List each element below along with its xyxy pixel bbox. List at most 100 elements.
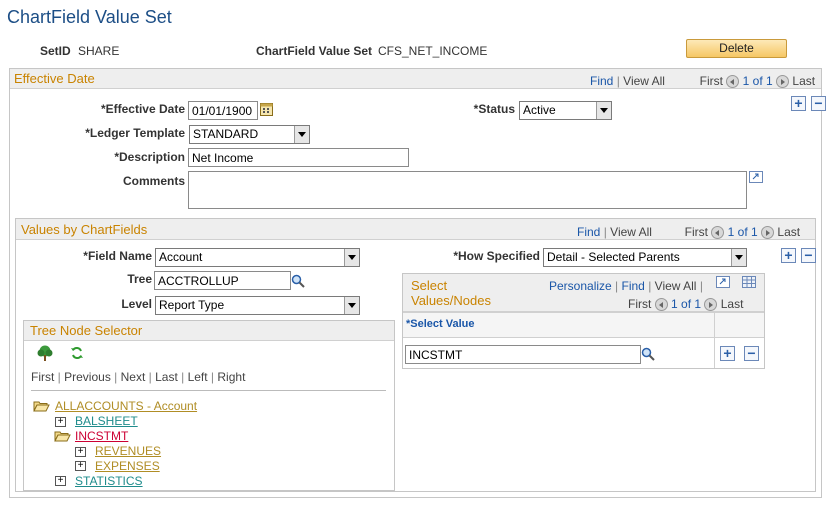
grid-download-icon[interactable] <box>742 276 756 288</box>
tree-right-link[interactable]: Right <box>217 370 245 384</box>
row-count: 1 of 1 <box>727 225 758 239</box>
calendar-icon[interactable] <box>260 102 273 116</box>
field-name-value: Account <box>159 250 203 264</box>
next-arrow-icon[interactable] <box>704 298 718 312</box>
expand-icon[interactable]: + <box>55 476 66 486</box>
tree-next-link[interactable]: Next <box>121 370 146 384</box>
delete-row-button[interactable]: − <box>811 96 826 111</box>
status-label: *Status <box>473 102 515 116</box>
select-values-title-line2: Values/Nodes <box>411 293 491 308</box>
status-value: Active <box>523 103 556 117</box>
first-label: First <box>628 297 652 311</box>
find-link[interactable]: Find <box>577 225 600 239</box>
page-title: ChartField Value Set <box>7 7 172 27</box>
last-label: Last <box>792 74 816 88</box>
row-count: 1 of 1 <box>742 74 773 88</box>
tree-last-link[interactable]: Last <box>155 370 178 384</box>
effective-date-label: *Effective Date <box>100 102 185 116</box>
values-nav: Find | View All First 1 of 1 Last <box>577 225 801 240</box>
column-divider <box>714 312 715 368</box>
chevron-down-icon <box>731 249 746 266</box>
select-values-pager: First 1 of 1 Last <box>628 297 743 312</box>
first-label: First <box>684 225 708 239</box>
personalize-link[interactable]: Personalize <box>549 279 612 293</box>
how-specified-label: *How Specified <box>453 249 540 263</box>
folder-open-icon <box>54 431 71 442</box>
how-specified-select[interactable]: Detail - Selected Parents <box>543 248 747 267</box>
view-all-link[interactable]: View All <box>623 74 665 88</box>
view-all-link[interactable]: View All <box>655 279 697 293</box>
search-icon[interactable] <box>291 274 305 288</box>
effective-date-nav: Find | View All First 1 of 1 Last <box>590 74 816 89</box>
effective-date-title: Effective Date <box>14 71 95 86</box>
select-values-nav: Personalize | Find | View All | <box>549 279 703 293</box>
tree-node-expenses[interactable]: EXPENSES <box>95 459 160 473</box>
tree-node-allaccounts[interactable]: ALLACCOUNTS - Account <box>55 399 197 413</box>
add-row-button[interactable]: + <box>791 96 806 111</box>
description-label: *Description <box>114 150 185 164</box>
tree-label: Tree <box>127 272 152 286</box>
chevron-down-icon <box>344 249 359 266</box>
find-link[interactable]: Find <box>590 74 613 88</box>
select-value-input[interactable] <box>405 345 641 364</box>
tree-node-selector-title: Tree Node Selector <box>30 323 143 338</box>
previous-arrow-icon[interactable] <box>711 226 725 240</box>
tree-first-link[interactable]: First <box>31 370 54 384</box>
add-row-button[interactable]: + <box>781 248 796 263</box>
chevron-down-icon <box>294 126 309 143</box>
view-all-link[interactable]: View All <box>610 225 652 239</box>
select-value-column-header[interactable]: *Select Value <box>406 318 475 330</box>
valueset-value: CFS_NET_INCOME <box>378 44 488 58</box>
tree-input[interactable] <box>154 271 291 290</box>
delete-row-button[interactable]: − <box>744 346 759 361</box>
valueset-label: ChartField Value Set <box>256 44 373 58</box>
row-count: 1 of 1 <box>671 297 702 311</box>
effective-date-input[interactable] <box>188 101 258 120</box>
first-label: First <box>699 74 723 88</box>
refresh-icon[interactable] <box>70 346 84 360</box>
previous-arrow-icon[interactable] <box>726 75 740 89</box>
level-value: Report Type <box>159 298 225 312</box>
tree-node-statistics[interactable]: STATISTICS <box>75 474 143 488</box>
select-values-title: Select Values/Nodes <box>411 278 491 308</box>
comments-label: Comments <box>122 174 185 188</box>
add-row-button[interactable]: + <box>720 346 735 361</box>
select-values-title-line1: Select <box>411 278 448 293</box>
tree-node-balsheet[interactable]: BALSHEET <box>75 414 138 428</box>
comments-textarea[interactable] <box>188 171 747 209</box>
setid-label: SetID <box>40 44 71 58</box>
nav-separator: | <box>603 225 607 239</box>
tree-icon[interactable] <box>36 345 54 361</box>
tree-nav: First | Previous | Next | Last | Left | … <box>31 370 246 384</box>
find-link[interactable]: Find <box>622 279 645 293</box>
next-arrow-icon[interactable] <box>776 75 790 89</box>
delete-button[interactable]: Delete <box>686 39 787 58</box>
setid-value: SHARE <box>78 44 120 58</box>
how-specified-value: Detail - Selected Parents <box>547 250 680 264</box>
delete-row-button[interactable]: − <box>801 248 816 263</box>
tree-left-link[interactable]: Left <box>188 370 208 384</box>
search-icon[interactable] <box>641 347 655 361</box>
nav-separator: | <box>616 74 620 88</box>
expand-icon[interactable]: + <box>55 417 66 427</box>
description-input[interactable] <box>188 148 409 167</box>
expand-textarea-icon[interactable] <box>749 171 763 183</box>
tree-node-incstmt[interactable]: INCSTMT <box>75 429 128 443</box>
status-select[interactable]: Active <box>519 101 612 120</box>
new-window-icon[interactable] <box>716 276 730 288</box>
tree-node-revenues[interactable]: REVENUES <box>95 444 161 458</box>
expand-icon[interactable]: + <box>75 447 86 457</box>
ledger-template-select[interactable]: STANDARD <box>189 125 310 144</box>
tree-previous-link[interactable]: Previous <box>64 370 111 384</box>
field-name-select[interactable]: Account <box>155 248 360 267</box>
level-label: Level <box>121 297 152 311</box>
ledger-template-value: STANDARD <box>193 127 259 141</box>
next-arrow-icon[interactable] <box>761 226 775 240</box>
values-title: Values by ChartFields <box>21 222 148 237</box>
ledger-template-label: *Ledger Template <box>85 126 185 140</box>
last-label: Last <box>777 225 801 239</box>
level-select[interactable]: Report Type <box>155 296 360 315</box>
divider <box>31 390 386 391</box>
expand-icon[interactable]: + <box>75 461 86 471</box>
previous-arrow-icon[interactable] <box>654 298 668 312</box>
